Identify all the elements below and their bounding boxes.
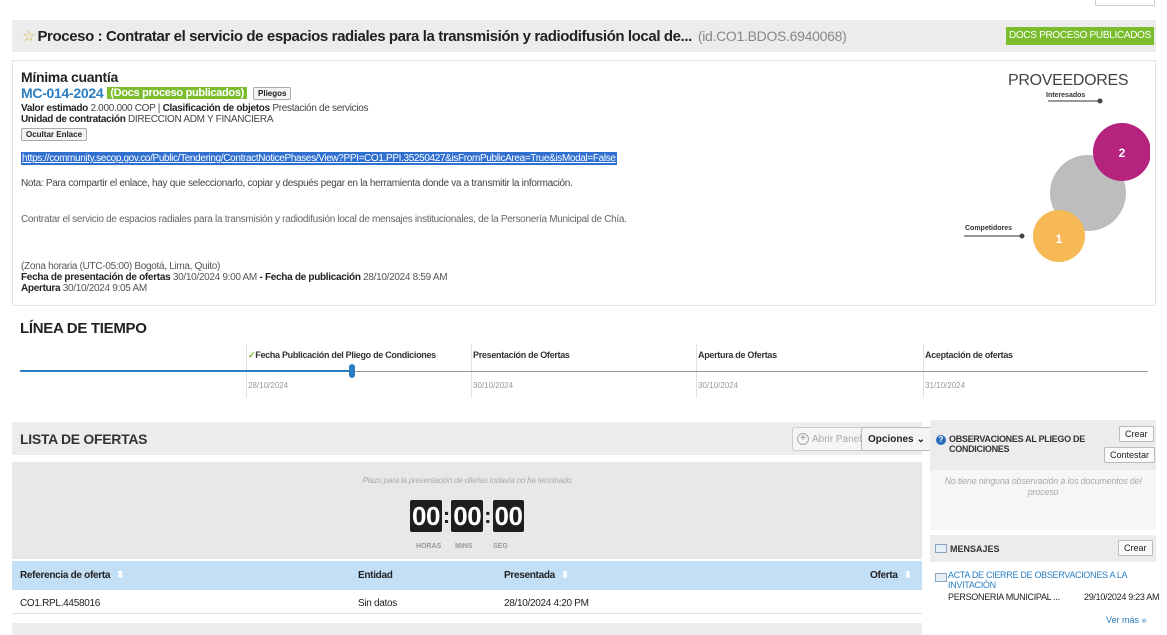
timeline-stage-4-label: Aceptación de ofertas: [925, 350, 1013, 360]
timeline-stage-3-label: Apertura de Ofertas: [698, 350, 777, 360]
top-corner-tab: [1095, 0, 1155, 6]
countdown-timer: 00 : 00 : 00: [410, 500, 525, 532]
col-presentada[interactable]: Presentada ⬍: [504, 570, 569, 581]
message-sender: PERSONERIA MUNICIPAL ...: [948, 592, 1060, 602]
col-oferta[interactable]: Oferta ⬍: [870, 570, 912, 581]
open-panel-button[interactable]: + Abrir Panel: [792, 427, 867, 451]
process-id: (id.CO1.BDOS.6940068): [697, 28, 847, 44]
interesados-dot: [1097, 98, 1103, 104]
next-panel-header: [12, 623, 922, 635]
no-observations-text: No tiene ninguna observación a los docum…: [944, 476, 1142, 497]
competidores-count: 1: [1056, 232, 1063, 246]
timeline-stage-2-date: 30/10/2024: [473, 381, 514, 390]
unidad-value: DIRECCION ADM Y FINANCIERA: [128, 114, 274, 125]
secs-label: SEG: [493, 543, 508, 550]
process-description: Contratar el servicio de espacios radial…: [21, 214, 627, 225]
status-badge: (Docs proceso publicados): [107, 87, 248, 99]
fecha-pub-label: Fecha de publicación: [264, 272, 361, 283]
sort-icon: ⬍: [560, 570, 570, 581]
clasif-value: Prestación de servicios: [272, 103, 369, 114]
pliegos-button[interactable]: Pliegos: [253, 86, 292, 100]
hours-label: HORAS: [416, 543, 442, 550]
countdown-box: Plazo para la presentación de ofertas to…: [12, 462, 922, 559]
cell-presentada: 28/10/2024 4:20 PM: [504, 598, 589, 609]
unidad-label: Unidad de contratación: [21, 114, 126, 125]
mins-label: MINS: [455, 543, 473, 550]
docs-published-button[interactable]: DOCS PROCESO PUBLICADOS: [1005, 27, 1154, 45]
timeline-stage-1-date: 28/10/2024: [248, 381, 289, 390]
process-reference: MC-014-2024: [21, 85, 104, 101]
timeline-stage-4-date: 31/10/2024: [925, 381, 966, 390]
ofertas-table-header: Referencia de oferta ⬍ Entidad Presentada…: [12, 561, 922, 590]
proveedores-title: PROVEEDORES: [1008, 72, 1129, 89]
reference-row: MC-014-2024 (Docs proceso publicados) Pl…: [21, 85, 292, 101]
fecha-pres-label: Fecha de presentación de ofertas: [21, 272, 171, 283]
modalidad: Mínima cuantía: [21, 69, 118, 85]
apertura-value: 30/10/2024 9:05 AM: [62, 283, 147, 294]
countdown-mins: 00: [451, 500, 484, 532]
timezone: (Zona horaria (UTC-05:00) Bogotá, Lima, …: [21, 261, 221, 272]
sort-icon: ⬍: [116, 570, 125, 581]
see-more-link[interactable]: Ver más »: [1106, 615, 1147, 625]
fecha-pres-value: 30/10/2024 9:00 AM: [172, 272, 257, 283]
timeline-title: LÍNEA DE TIEMPO: [20, 320, 147, 337]
process-title: Proceso : Contratar el servicio de espac…: [37, 27, 692, 45]
question-icon: ?: [936, 435, 946, 445]
timeline-stage-2-label: Presentación de Ofertas: [473, 350, 570, 360]
observaciones-title: OBSERVACIONES AL PLIEGO DE CONDICIONES: [949, 434, 1085, 454]
create-observation-button[interactable]: Crear: [1119, 426, 1154, 442]
ofertas-header: LISTA DE OFERTAS + Abrir Panel Opciones …: [12, 422, 932, 455]
process-header: ☆ Proceso : Contratar el servicio de esp…: [12, 20, 1156, 52]
plazo-text: Plazo para la presentación de ofertas to…: [362, 476, 572, 485]
plus-circle-icon: +: [797, 433, 809, 445]
interesados-label: Interesados: [1046, 92, 1085, 99]
countdown-secs: 00: [492, 500, 525, 532]
apertura-line: Apertura 30/10/2024 9:05 AM: [21, 283, 447, 294]
hide-link-button[interactable]: Ocultar Enlace: [21, 128, 88, 141]
chevron-down-icon: ⌄: [916, 433, 925, 445]
ofertas-title: LISTA DE OFERTAS: [20, 430, 148, 447]
envelope-icon: [935, 573, 947, 582]
countdown-hours: 00: [410, 500, 442, 532]
public-link[interactable]: https://community.secop.gov.co/Public/Te…: [21, 152, 617, 165]
competidores-label: Competidores: [965, 225, 1012, 232]
clasif-label: Clasificación de objetos: [162, 103, 271, 114]
valor-value: 2.000.000 COP: [90, 103, 156, 114]
valor-line: Valor estimado 2.000.000 COP | Clasifica…: [21, 103, 369, 114]
fecha-pub-value: 28/10/2024 8:59 AM: [363, 272, 448, 283]
cell-entidad: Sin datos: [358, 598, 397, 609]
envelope-icon: [935, 544, 947, 553]
col-referencia[interactable]: Referencia de oferta ⬍: [20, 570, 125, 581]
mensajes-panel: MENSAJES Crear ACTA DE CIERRE DE OBSERVA…: [930, 535, 1160, 635]
message-date: 29/10/2024 9:23 AM: [1084, 592, 1160, 602]
message-link[interactable]: ACTA DE CIERRE DE OBSERVACIONES A LA INV…: [948, 570, 1154, 590]
timeline-stage-3-date: 30/10/2024: [698, 381, 739, 390]
unidad-line: Unidad de contratación DIRECCION ADM Y F…: [21, 114, 274, 125]
create-message-button[interactable]: Crear: [1118, 540, 1153, 556]
col-entidad: Entidad: [358, 570, 393, 581]
valor-label: Valor estimado: [21, 103, 88, 114]
interesados-count: 2: [1119, 146, 1126, 160]
dates-block: (Zona horaria (UTC-05:00) Bogotá, Lima, …: [21, 261, 448, 294]
timeline-stage-1-label: ✓Fecha Publicación del Pliego de Condici…: [248, 350, 436, 360]
apertura-label: Apertura: [21, 283, 61, 294]
star-icon[interactable]: ☆: [22, 27, 35, 45]
options-button[interactable]: Opciones ⌄: [861, 427, 932, 451]
timeline-current-marker: [349, 364, 355, 378]
competidores-dot: [1019, 233, 1025, 239]
mensajes-title: MENSAJES: [950, 544, 1000, 554]
cell-ref: CO1.RPL.4458016: [20, 598, 101, 609]
timeline-progress: [20, 370, 352, 372]
table-row[interactable]: CO1.RPL.4458016 Sin datos 28/10/2024 4:2…: [12, 592, 922, 614]
share-note: Nota: Para compartir el enlace, hay que …: [21, 178, 573, 189]
observaciones-panel: ? OBSERVACIONES AL PLIEGO DE CONDICIONES…: [930, 420, 1156, 530]
proveedores-bubbles: 2 1 Interesados Competidores: [964, 92, 1150, 262]
dates-line: Fecha de presentación de ofertas 30/10/2…: [21, 272, 448, 283]
answer-observation-button[interactable]: Contestar: [1104, 447, 1156, 463]
sort-icon: ⬍: [903, 570, 912, 581]
